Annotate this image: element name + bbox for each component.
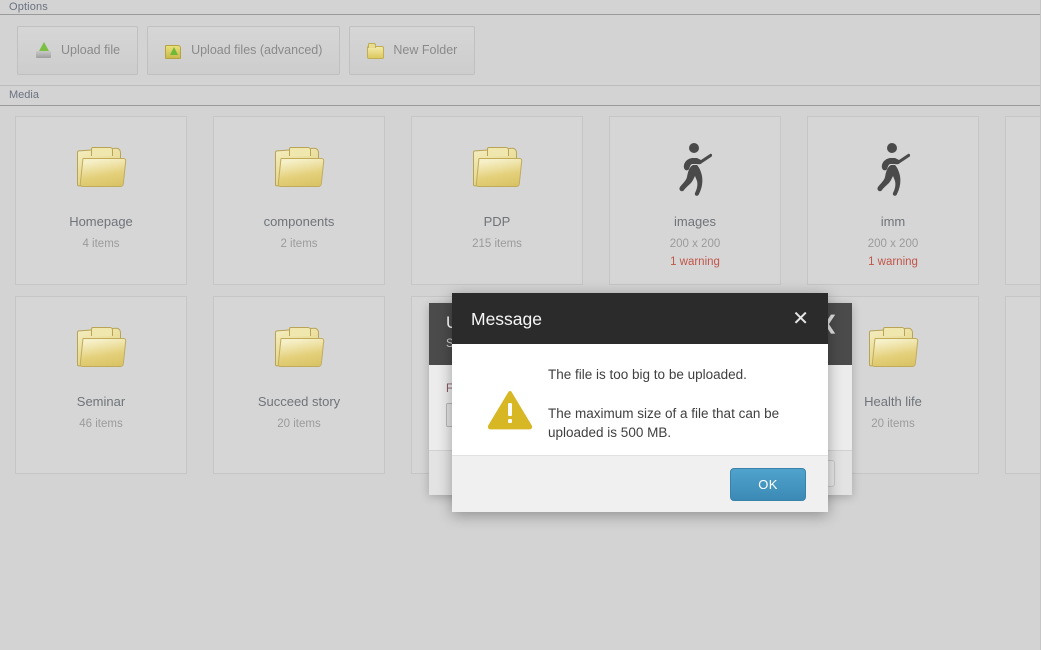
folder-icon [75,327,127,371]
message-line-1: The file is too big to be uploaded. [548,367,747,382]
message-dialog: Message ✕ The file is too big to be uplo… [452,293,828,512]
media-tile-name: Health life [864,394,922,409]
message-dialog-body: The file is too big to be uploaded. The … [452,344,828,455]
message-dialog-header: Message ✕ [452,293,828,344]
folder-thumbnail [75,140,127,198]
media-tile-meta: 215 items [472,238,522,250]
message-line-2: The maximum size of a file that can be u… [548,406,780,440]
options-bar: Options [0,0,1041,15]
new-folder-icon [367,42,385,59]
upload-file-icon [35,41,52,59]
image-thumbnail [865,140,921,198]
folder-icon [273,327,325,371]
folder-icon [471,147,523,191]
folder-thumbnail [867,320,919,378]
media-toolbar: Upload file Upload files (advanced) New … [0,15,1041,86]
folder-icon [75,147,127,191]
media-tile-name: Seminar [76,394,126,409]
media-tile[interactable]: PDP 215 items [411,116,583,285]
media-tile[interactable]: imm 200 x 200 1 warning [807,116,979,285]
close-icon[interactable]: ✕ [790,309,811,329]
folder-thumbnail [273,320,325,378]
media-grid-row-1: Homepage 4 items components 2 items PDP … [15,116,1041,285]
media-tile[interactable] [1005,116,1041,285]
warning-icon-wrap [472,359,548,455]
jumping-person-icon [667,140,723,198]
new-folder-label: New Folder [393,43,458,57]
media-bar: Media [0,86,1041,106]
upload-files-advanced-label: Upload files (advanced) [191,43,323,57]
media-tile-meta: 200 x 200 [669,238,721,250]
media-tile[interactable] [1005,296,1041,474]
media-tile-name: images [674,214,716,229]
media-tile-warning: 1 warning [868,256,918,268]
media-tile-meta: 200 x 200 [867,238,919,250]
media-label: Media [9,89,39,101]
jumping-person-icon [865,140,921,198]
image-thumbnail [667,140,723,198]
warning-triangle-icon [486,389,534,431]
upload-files-advanced-button[interactable]: Upload files (advanced) [147,25,341,75]
ok-button[interactable]: OK [730,467,806,501]
media-tile-name: imm [880,214,906,229]
folder-icon [867,327,919,371]
media-tile[interactable]: Succeed story 20 items [213,296,385,474]
media-tile-name: PDP [483,214,511,229]
folder-icon [273,147,325,191]
media-library-screen: Options Upload file Upload files (advanc… [0,0,1041,650]
media-tile[interactable]: components 2 items [213,116,385,285]
media-tile[interactable]: Seminar 46 items [15,296,187,474]
media-tile-name: components [263,214,335,229]
message-dialog-text: The file is too big to be uploaded. The … [548,359,806,455]
media-tile-name: Succeed story [257,394,341,409]
media-tile-warning: 1 warning [670,256,720,268]
media-tile-meta: 20 items [871,418,915,430]
options-label: Options [9,0,48,13]
message-dialog-title: Message [471,308,543,329]
upload-file-button[interactable]: Upload file [17,25,139,75]
folder-thumbnail [75,320,127,378]
media-tile-meta: 20 items [277,418,321,430]
media-tile-meta: 4 items [82,238,120,250]
media-tile-name: Homepage [69,214,133,229]
folder-thumbnail [273,140,325,198]
folder-thumbnail [471,140,523,198]
upload-file-label: Upload file [61,43,121,57]
media-tile[interactable]: Homepage 4 items [15,116,187,285]
media-tile[interactable]: images 200 x 200 1 warning [609,116,781,285]
media-tile-meta: 2 items [280,238,318,250]
media-tile-meta: 46 items [79,418,123,430]
new-folder-button[interactable]: New Folder [349,25,476,75]
message-dialog-footer: OK [452,455,828,512]
upload-files-advanced-icon [165,42,182,59]
